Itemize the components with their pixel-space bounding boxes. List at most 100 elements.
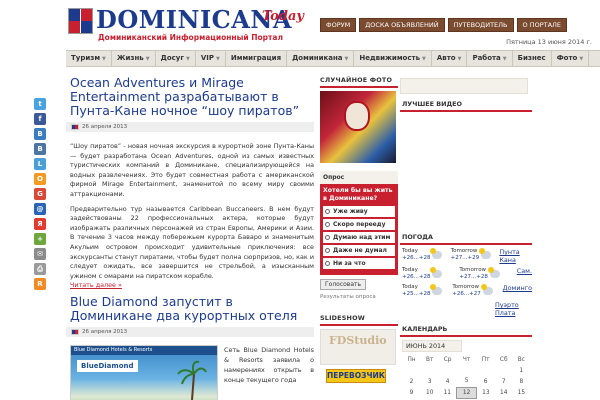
mainnav-item[interactable]: Досуг ▼ — [156, 51, 196, 66]
calendar-day[interactable]: 4 — [438, 376, 456, 387]
weather-forecast — [448, 301, 494, 317]
mainnav-item[interactable]: Недвижимость ▼ — [354, 51, 432, 66]
poll-question: Хотели бы вы жить в Доминикане? — [323, 187, 393, 202]
article-title[interactable]: Blue Diamond запустит в Доминикане два к… — [70, 295, 314, 323]
mainnav-item[interactable]: Фото ▼ — [552, 51, 590, 66]
calendar-day[interactable]: 11 — [438, 387, 456, 398]
twitter-icon[interactable]: t — [34, 98, 46, 110]
print-icon[interactable]: ⎙ — [34, 263, 46, 275]
weather-day-label: Tomorrow — [450, 248, 478, 254]
email-icon[interactable]: ✉ — [34, 248, 46, 260]
read-more-link[interactable]: Читать далее » — [70, 281, 122, 289]
poll-option[interactable]: Скоро перееду — [323, 219, 395, 230]
calendar-day[interactable]: 9 — [402, 387, 421, 398]
poll-option-label: Думаю над этим — [333, 234, 391, 241]
bookmark-icon[interactable]: B — [34, 128, 46, 140]
mainnav-label: VIP — [200, 54, 215, 62]
random-photo[interactable] — [320, 91, 396, 163]
vkontakte-icon[interactable]: B — [34, 143, 46, 155]
calendar-day[interactable]: 7 — [495, 376, 513, 387]
mainnav-item[interactable]: Жизнь ▼ — [112, 51, 156, 66]
blue-diamond-logo: BlueDiamond — [77, 360, 138, 373]
radio-button[interactable] — [325, 235, 330, 240]
article-date: 26 апреля 2013 — [82, 329, 128, 336]
rss-icon[interactable]: R — [34, 278, 46, 290]
ad-placeholder[interactable] — [400, 78, 528, 94]
calendar-day[interactable]: 1 — [513, 365, 530, 376]
weather-forecast: Tomorrow +26...+27 — [452, 284, 502, 298]
livejournal-icon[interactable]: L — [34, 158, 46, 170]
yandex-icon[interactable]: Я — [34, 218, 46, 230]
calendar-day — [438, 365, 456, 376]
poll-option[interactable]: Думаю над этим — [323, 232, 395, 243]
calendar-day[interactable]: 14 — [495, 387, 513, 398]
logo-today: Today — [262, 9, 304, 24]
poll-option[interactable]: Даже не думал — [323, 245, 395, 256]
calendar-day[interactable]: 13 — [476, 387, 494, 398]
mainnav-item[interactable]: Бизнес — [513, 51, 552, 66]
poll-option[interactable]: Уже живу — [323, 206, 395, 217]
share-icon[interactable]: + — [34, 233, 46, 245]
calendar-day[interactable]: 2 — [402, 376, 421, 387]
calendar-weekday: Пн — [407, 356, 416, 363]
right-column: ЛУЧШЕЕ ВИДЕО ПОГОДА Today +26...+28 Tomorr… — [400, 70, 600, 400]
mainnav-item[interactable]: Туризм ▼ — [66, 51, 112, 66]
slideshow-image[interactable]: FDStudio — [320, 329, 396, 365]
mainnav-item[interactable]: Авто ▼ — [432, 51, 468, 66]
mainnav-label: Жизнь — [116, 54, 144, 62]
poll-results-link[interactable]: Результаты опроса — [320, 294, 398, 300]
radio-button[interactable] — [325, 261, 330, 266]
google-icon[interactable]: G — [34, 188, 46, 200]
article-excerpt: Сеть Blue Diamond Hotels & Resorts заяви… — [224, 346, 314, 385]
radio-button[interactable] — [325, 248, 330, 253]
topnav-guide[interactable]: ПУТЕВОДИТЕЛЬ — [447, 18, 514, 32]
mainnav-label: Недвижимость — [359, 54, 421, 62]
partly-cloudy-icon — [480, 284, 493, 295]
calendar-day[interactable]: 12 — [456, 386, 477, 399]
odnoklassniki-icon[interactable]: O — [34, 173, 46, 185]
chevron-down-icon: ▼ — [216, 56, 220, 62]
poll-option[interactable]: Ни за что — [323, 258, 395, 269]
topnav-board[interactable]: ДОСКА ОБЪЯВЛЕНИЙ — [359, 18, 445, 32]
partly-cloudy-icon — [479, 248, 492, 259]
calendar-day[interactable]: 3 — [421, 376, 438, 387]
radio-button[interactable] — [325, 222, 330, 227]
weather-city-link[interactable]: Пунта Кана — [499, 248, 532, 264]
chevron-down-icon: ▼ — [102, 56, 106, 62]
weather-day-label: Today — [402, 267, 418, 273]
vote-button[interactable]: Голосовать — [320, 279, 367, 290]
calendar-day[interactable]: 6 — [476, 376, 494, 387]
weather-city-link[interactable]: Пуэрто Плата — [495, 301, 532, 317]
video-area[interactable] — [400, 115, 532, 225]
mainnav-item[interactable]: Иммиграция — [226, 51, 288, 66]
mailru-icon[interactable]: @ — [34, 203, 46, 215]
article-title[interactable]: Ocean Adventures и Mirage Entertainment … — [70, 76, 314, 118]
mainnav-item[interactable]: Доминикана ▼ — [287, 51, 355, 66]
dominican-flag-logo[interactable] — [68, 8, 93, 34]
calendar-weekday: Ср — [443, 356, 452, 363]
mainnav-label: Доминикана — [292, 54, 343, 62]
calendar-day[interactable]: 15 — [513, 387, 530, 398]
article-image[interactable]: Blue Diamond Hotels & Resorts BlueDiamon… — [70, 345, 218, 400]
calendar-day[interactable]: 10 — [421, 387, 438, 398]
slideshow-banner[interactable]: ПЕРЕВОЗЧИК — [326, 369, 386, 383]
article-paragraph: Предварительно тур называется Caribbean … — [70, 204, 314, 280]
calendar-weekday: Вс — [517, 356, 525, 363]
facebook-icon[interactable]: f — [34, 113, 46, 125]
site-header: DOMINICANA Today Доминиканский Информаци… — [0, 0, 600, 48]
calendar-day — [457, 365, 477, 376]
radio-button[interactable] — [325, 209, 330, 214]
chevron-down-icon: ▼ — [579, 56, 584, 62]
topnav-about[interactable]: О ПОРТАЛЕ — [516, 18, 568, 32]
random-photo-title: СЛУЧАЙНОЕ ФОТО — [320, 76, 398, 88]
mainnav-item[interactable]: Работа ▼ — [467, 51, 513, 66]
weather-temperature: +25...+28 — [402, 291, 431, 297]
mainnav-item[interactable]: VIP ▼ — [196, 51, 226, 66]
chevron-down-icon: ▼ — [502, 56, 507, 62]
weather-city-link[interactable]: Сам. — [517, 267, 532, 281]
topnav-forum[interactable]: ФОРУМ — [320, 18, 357, 32]
calendar-day[interactable]: 8 — [513, 376, 530, 387]
weather-city-link[interactable]: Доминго — [503, 284, 532, 298]
calendar-day[interactable]: 5 — [457, 376, 477, 387]
calendar-month-select[interactable]: ИЮНЬ 2014 — [402, 340, 462, 352]
